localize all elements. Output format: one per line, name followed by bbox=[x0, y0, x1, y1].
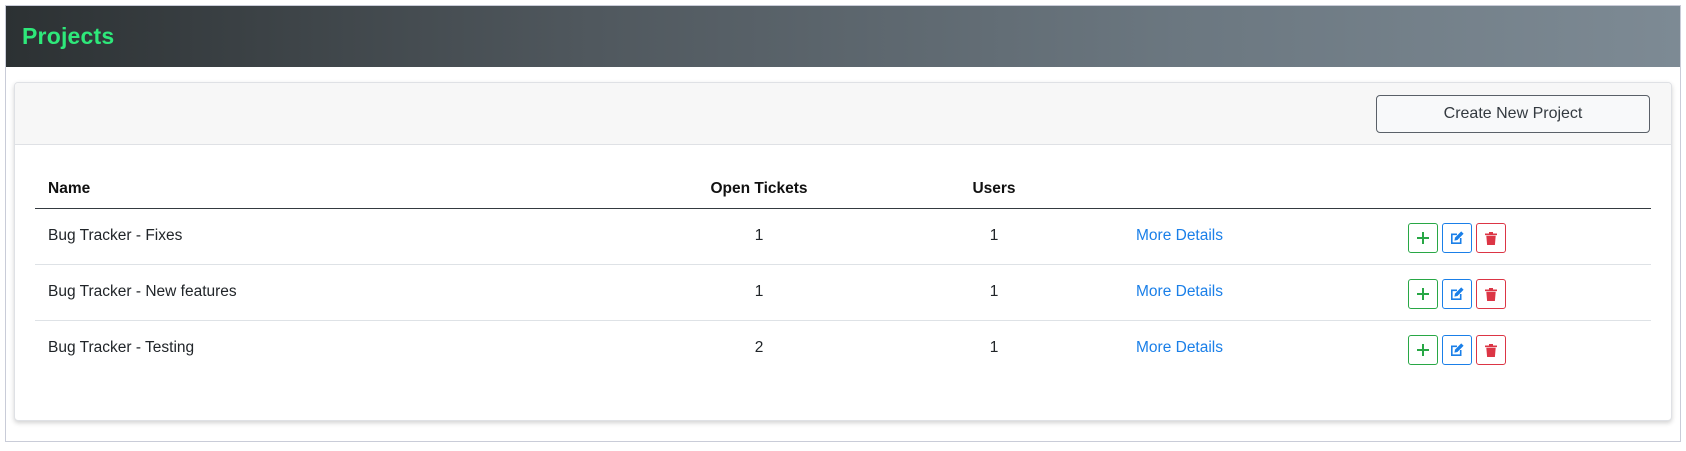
edit-button[interactable] bbox=[1442, 335, 1472, 366]
row-actions bbox=[1408, 279, 1638, 309]
edit-button[interactable] bbox=[1442, 223, 1472, 253]
add-button[interactable] bbox=[1408, 223, 1438, 253]
table-row: Bug Tracker - New features 1 1 More Deta… bbox=[35, 264, 1651, 321]
open-tickets-count: 1 bbox=[653, 208, 865, 265]
create-project-button[interactable]: Create New Project bbox=[1376, 95, 1650, 133]
add-button[interactable] bbox=[1408, 279, 1438, 309]
edit-icon bbox=[1451, 343, 1464, 357]
project-name: Bug Tracker - Fixes bbox=[35, 208, 653, 265]
app-frame: Projects Create New Project Name Open Ti… bbox=[5, 5, 1681, 442]
edit-icon bbox=[1451, 287, 1464, 300]
more-details-link[interactable]: More Details bbox=[1136, 227, 1223, 244]
projects-card: Create New Project Name Open Tickets Use… bbox=[14, 82, 1672, 421]
users-count: 1 bbox=[865, 208, 1123, 265]
column-header-users: Users bbox=[865, 170, 1123, 209]
table-header-row: Name Open Tickets Users bbox=[35, 170, 1651, 209]
delete-button[interactable] bbox=[1476, 223, 1506, 253]
table-row: Bug Tracker - Fixes 1 1 More Details bbox=[35, 208, 1651, 265]
column-header-actions bbox=[1395, 170, 1651, 209]
project-name: Bug Tracker - Testing bbox=[48, 339, 195, 357]
trash-icon bbox=[1485, 287, 1497, 301]
table-row: Bug Tracker - Testing 2 1 More Details bbox=[35, 320, 1651, 376]
open-tickets-count: 1 bbox=[653, 264, 865, 321]
row-actions bbox=[1408, 223, 1638, 253]
project-name: Bug Tracker - New features bbox=[35, 264, 653, 321]
users-count: 1 bbox=[989, 339, 999, 357]
edit-button[interactable] bbox=[1442, 279, 1472, 309]
more-details-link[interactable]: More Details bbox=[1136, 339, 1223, 356]
plus-icon bbox=[1417, 344, 1429, 357]
trash-icon bbox=[1485, 231, 1497, 245]
row-actions bbox=[1408, 335, 1638, 366]
trash-icon bbox=[1485, 343, 1497, 357]
users-count: 1 bbox=[865, 264, 1123, 321]
delete-button[interactable] bbox=[1476, 279, 1506, 309]
plus-icon bbox=[1417, 288, 1429, 300]
column-header-open-tickets: Open Tickets bbox=[653, 170, 865, 209]
card-header: Create New Project bbox=[15, 83, 1671, 145]
header-bar: Projects bbox=[6, 6, 1680, 67]
plus-icon bbox=[1417, 232, 1429, 244]
column-header-link bbox=[1123, 170, 1395, 209]
projects-table: Name Open Tickets Users Bug Tracker - Fi… bbox=[35, 170, 1651, 376]
open-tickets-count: 2 bbox=[754, 339, 764, 357]
page-title: Projects bbox=[22, 23, 115, 49]
add-button[interactable] bbox=[1408, 335, 1438, 366]
column-header-name: Name bbox=[35, 170, 653, 209]
delete-button[interactable] bbox=[1476, 335, 1506, 366]
more-details-link[interactable]: More Details bbox=[1136, 283, 1223, 300]
edit-icon bbox=[1451, 231, 1464, 244]
